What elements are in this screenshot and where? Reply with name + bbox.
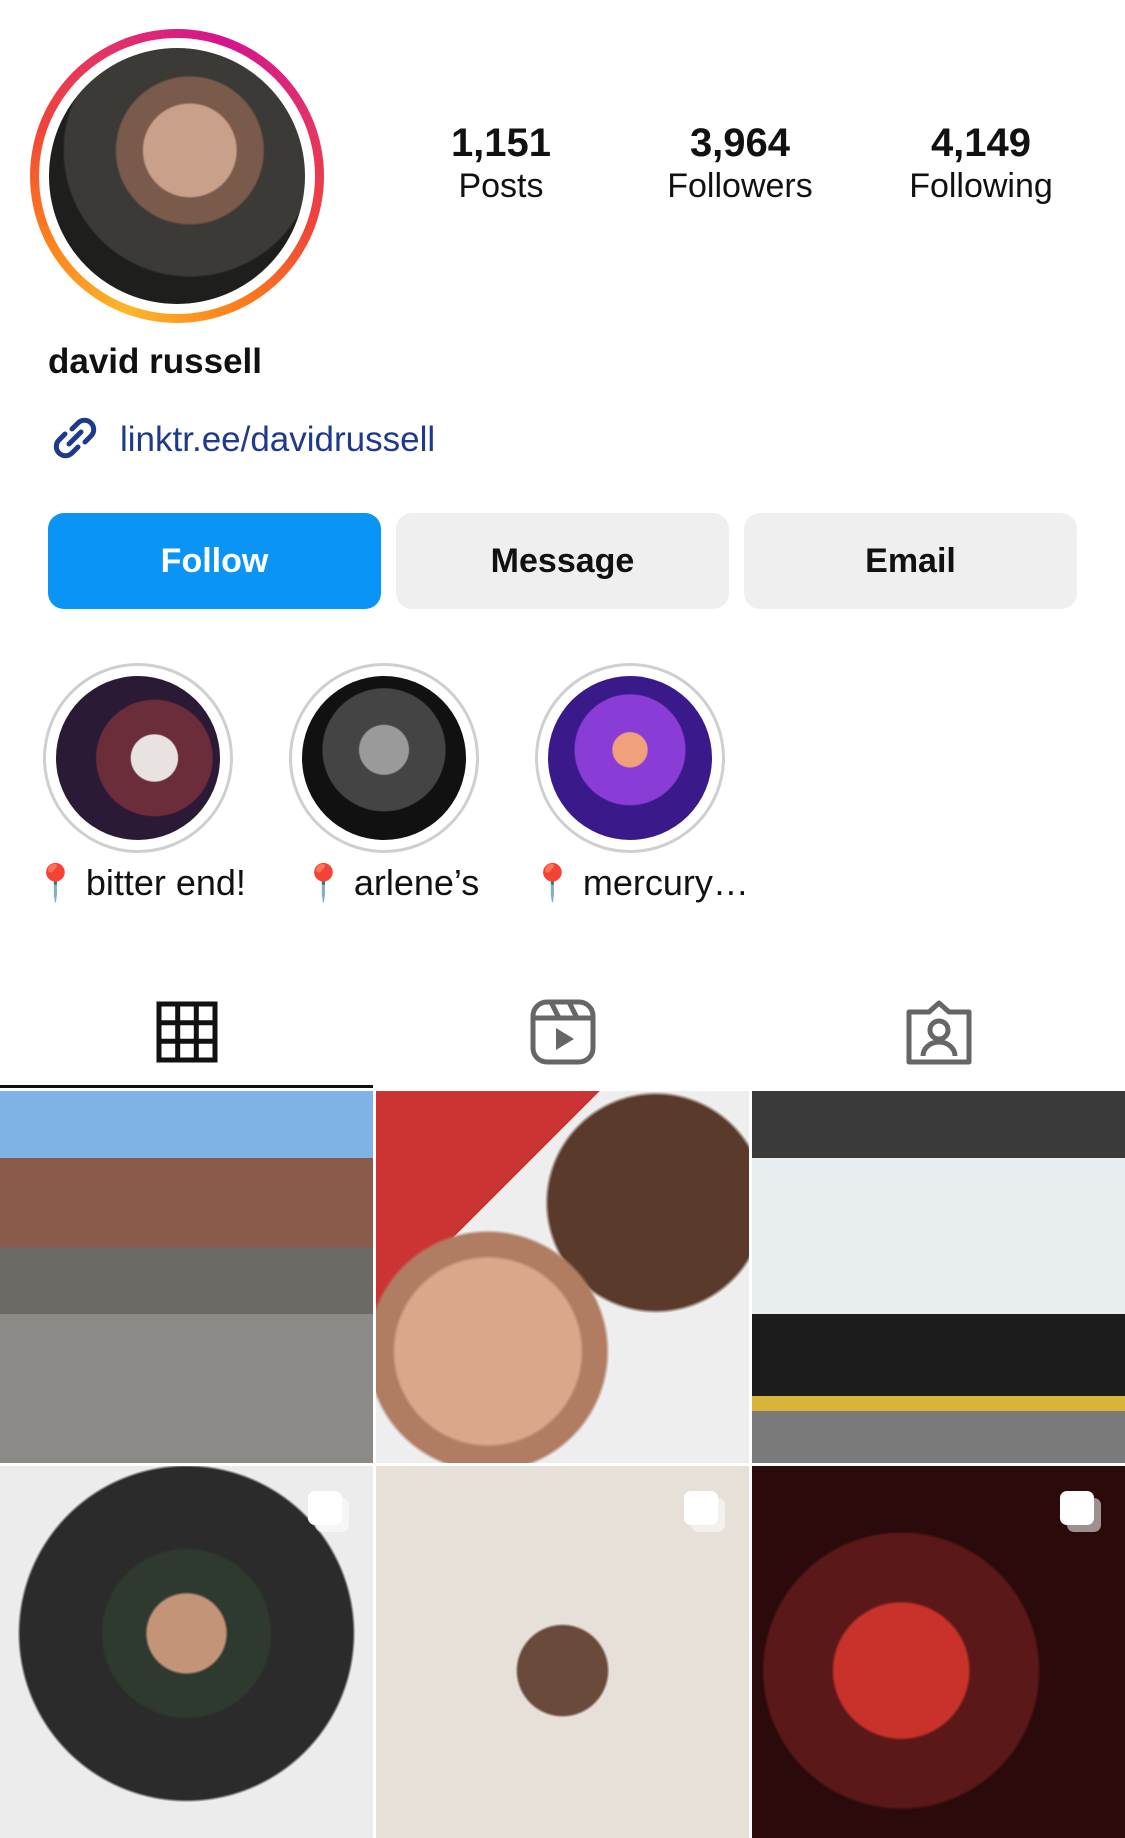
following-value: 4,149 — [930, 121, 1032, 165]
followers-label: Followers — [667, 167, 813, 205]
profile-link[interactable]: linktr.ee/davidrussell — [48, 412, 435, 468]
grid-post[interactable] — [0, 1466, 373, 1838]
avatar — [49, 48, 305, 304]
profile-name: david russell — [48, 342, 262, 381]
highlight-mercury[interactable] — [535, 663, 725, 853]
active-tab-indicator — [0, 1085, 373, 1088]
tab-posts[interactable] — [0, 980, 374, 1088]
pin-icon: 📍 — [530, 862, 575, 903]
followers-value: 3,964 — [689, 121, 791, 165]
link-icon — [48, 411, 102, 470]
avatar-border — [39, 38, 315, 314]
grid-post[interactable] — [376, 1091, 749, 1463]
profile-link-text[interactable]: linktr.ee/davidrussell — [120, 420, 435, 460]
highlight-label-bitter-end: 📍 bitter end! — [33, 862, 246, 904]
tagged-icon — [905, 998, 973, 1071]
carousel-icon — [305, 1488, 353, 1541]
grid-post[interactable] — [376, 1466, 749, 1838]
highlight-arlenes[interactable] — [289, 663, 479, 853]
highlight-bitter-end[interactable] — [43, 663, 233, 853]
tab-reels[interactable] — [376, 980, 750, 1088]
profile-tabs — [0, 980, 1125, 1088]
grid-post[interactable] — [0, 1091, 373, 1463]
grid-icon — [156, 1001, 218, 1068]
email-button[interactable]: Email — [744, 513, 1077, 609]
highlight-label: mercury… — [582, 862, 749, 903]
grid-post[interactable] — [752, 1466, 1125, 1838]
highlight-label-mercury: 📍 mercury… — [530, 862, 749, 904]
grid-post[interactable] — [752, 1091, 1125, 1463]
posts-value: 1,151 — [450, 121, 552, 165]
follow-button[interactable]: Follow — [48, 513, 381, 609]
posts-grid — [0, 1091, 1125, 1838]
posts-count[interactable]: 1,151 Posts — [401, 120, 601, 206]
highlight-label-arlenes: 📍 arlene’s — [301, 862, 479, 904]
highlight-cover — [548, 676, 712, 840]
reels-icon — [529, 998, 597, 1071]
followers-count[interactable]: 3,964 Followers — [640, 120, 840, 206]
following-count[interactable]: 4,149 Following — [881, 120, 1081, 206]
carousel-icon — [681, 1488, 729, 1541]
highlight-cover — [302, 676, 466, 840]
carousel-icon — [1057, 1488, 1105, 1541]
profile-avatar-story-ring[interactable] — [30, 29, 324, 323]
posts-label: Posts — [458, 167, 544, 205]
following-label: Following — [909, 167, 1053, 205]
pin-icon: 📍 — [33, 862, 78, 903]
highlight-label: arlene’s — [353, 862, 480, 903]
message-button[interactable]: Message — [396, 513, 729, 609]
highlight-label: bitter end! — [85, 862, 246, 903]
pin-icon: 📍 — [301, 862, 346, 903]
highlight-cover — [56, 676, 220, 840]
tab-tagged[interactable] — [752, 980, 1125, 1088]
